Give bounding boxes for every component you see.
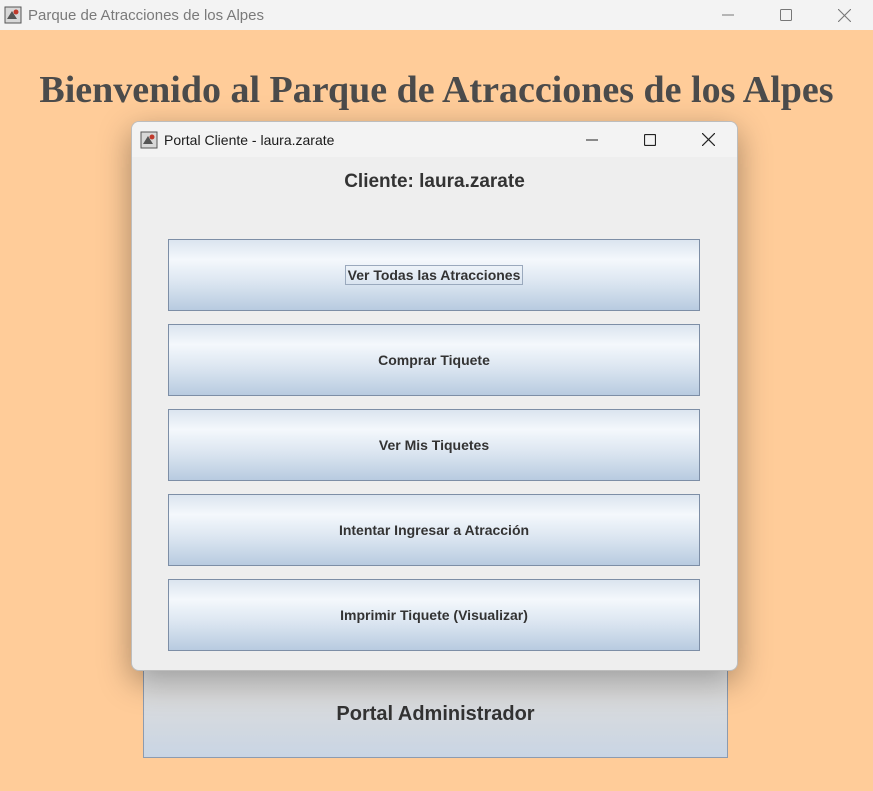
close-icon — [837, 8, 851, 22]
client-portal-dialog: Portal Cliente - laura.zarate Cliente: l… — [131, 121, 738, 671]
view-all-attractions-button[interactable]: Ver Todas las Atracciones — [168, 239, 700, 311]
java-app-icon — [140, 131, 158, 149]
try-enter-attraction-button[interactable]: Intentar Ingresar a Atracción — [168, 494, 700, 566]
java-app-icon — [4, 6, 22, 24]
minimize-icon — [586, 139, 598, 140]
main-window-title: Parque de Atracciones de los Alpes — [28, 6, 264, 24]
button-label: Ver Todas las Atracciones — [344, 265, 524, 285]
maximize-icon — [780, 9, 792, 21]
buy-ticket-button[interactable]: Comprar Tiquete — [168, 324, 700, 396]
close-icon — [701, 133, 715, 146]
main-titlebar[interactable]: Parque de Atracciones de los Alpes — [0, 0, 873, 30]
print-ticket-button[interactable]: Imprimir Tiquete (Visualizar) — [168, 579, 700, 651]
minimize-icon — [722, 14, 734, 16]
client-name-label: Cliente: laura.zarate — [344, 171, 525, 192]
maximize-button[interactable] — [757, 0, 815, 30]
dialog-titlebar[interactable]: Portal Cliente - laura.zarate — [132, 122, 737, 157]
minimize-button[interactable] — [699, 0, 757, 30]
welcome-heading: Bienvenido al Parque de Atracciones de l… — [39, 69, 834, 111]
dialog-title: Portal Cliente - laura.zarate — [164, 131, 335, 148]
close-button[interactable] — [815, 0, 873, 30]
button-label: Imprimir Tiquete (Visualizar) — [340, 607, 528, 623]
button-label: Intentar Ingresar a Atracción — [338, 522, 530, 538]
button-label: Comprar Tiquete — [378, 352, 490, 368]
admin-portal-button[interactable]: Portal Administrador — [143, 670, 728, 758]
dialog-maximize-button[interactable] — [621, 122, 679, 157]
view-my-tickets-button[interactable]: Ver Mis Tiquetes — [168, 409, 700, 481]
dialog-minimize-button[interactable] — [563, 122, 621, 157]
dialog-close-button[interactable] — [679, 122, 737, 157]
maximize-icon — [644, 133, 656, 146]
button-label: Ver Mis Tiquetes — [378, 437, 490, 453]
